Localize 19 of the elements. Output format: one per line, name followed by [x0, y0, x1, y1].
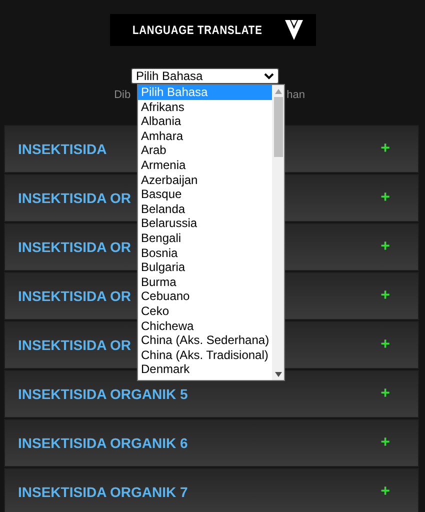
banner-title: LANGUAGE TRANSLATE — [132, 23, 262, 37]
expand-icon: + — [380, 483, 390, 501]
accordion-title: INSEKTISIDA OR — [18, 190, 132, 206]
accordion-title: INSEKTISIDA OR — [18, 337, 132, 353]
expand-icon: + — [380, 140, 390, 158]
accordion-title: INSEKTISIDA OR — [18, 239, 132, 255]
expand-icon: + — [380, 238, 390, 256]
accordion-title: INSEKTISIDA OR — [18, 288, 132, 304]
accordion-title: INSEKTISIDA ORGANIK 5 — [18, 386, 188, 402]
caption-text: han — [286, 89, 305, 101]
accordion-title: INSEKTISIDA ORGANIK 6 — [18, 435, 188, 451]
expand-icon: + — [380, 434, 390, 452]
expand-icon: + — [380, 287, 390, 305]
caption-text: Dib — [114, 89, 131, 101]
expand-icon: + — [380, 189, 390, 207]
accordion-title: INSEKTISIDA — [18, 141, 107, 157]
accordion-title: INSEKTISIDA ORGANIK 7 — [18, 484, 188, 500]
expand-icon: + — [380, 385, 390, 403]
expand-icon: + — [380, 336, 390, 354]
